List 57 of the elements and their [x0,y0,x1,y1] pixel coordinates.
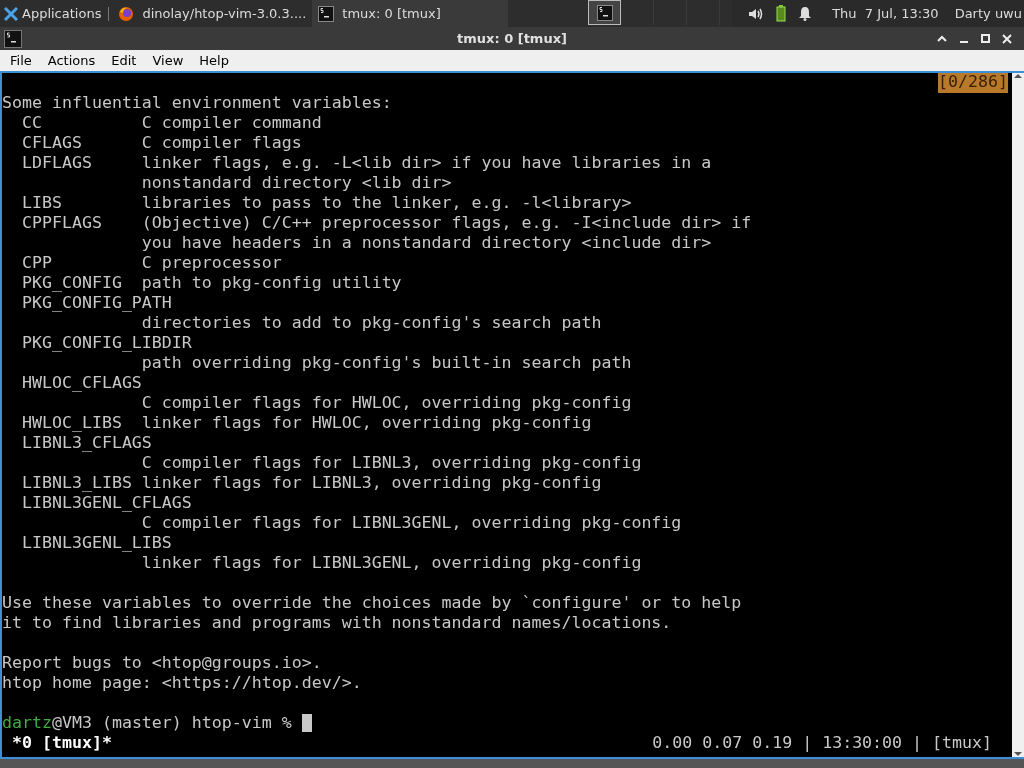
terminal-line: C compiler flags for LIBNL3, overriding pkg-config [140,453,642,473]
prompt-text: @VM3 (master) htop-vim % [51,713,292,733]
menu-item[interactable]: File [4,50,38,71]
terminal-icon [596,4,613,21]
cursor [301,714,312,732]
terminal-icon [4,29,22,48]
menu-item[interactable]: Actions [41,50,102,71]
maximize-icon[interactable] [981,34,990,43]
terminal-line: PKG_CONFIG path to pkg-config utility [20,273,402,293]
tmux-status-right: 0.00 0.07 0.19 | 13:30:00 | [tmux] [652,733,992,753]
position-indicator: [0/286] [938,73,1008,93]
terminal-line: LIBNL3GENL_LIBS [20,533,172,553]
terminal-line: C compiler flags for HWLOC, overriding pkg-config [140,393,632,413]
menu-item[interactable]: Edit [105,50,143,71]
applications-menu[interactable]: Applications [0,0,106,27]
terminal-line: htop home page: <https://htop.dev/>. [2,673,362,693]
terminal-line: it to find libraries and programs with nonstandard names/locations. [2,613,672,633]
prompt-user: dartz [2,713,52,733]
terminal-line: LIBNL3_LIBS linker flags for LIBNL3, overriding pkg-config [20,473,602,493]
chevron-up-icon[interactable] [937,34,947,43]
terminal-line: PKG_CONFIG_LIBDIR [20,333,192,353]
workspace-button[interactable] [588,0,622,25]
terminal-line: LIBNL3GENL_CFLAGS [20,493,192,513]
terminal-line: HWLOC_CFLAGS [20,373,142,393]
tmux-window-status: *0 [tmux]* [11,733,112,753]
scrollbar[interactable] [1012,73,1024,757]
terminal-line: LIBS libraries to pass to the linker, e.g. -l<library> [20,193,632,213]
terminal-line: directories to add to pkg-config's search path [140,313,602,333]
menu-item[interactable]: View [146,50,190,71]
terminal-line: path overriding pkg-config's built-in search path [140,353,632,373]
taskbar-button[interactable]: tmux: 0 [tmux] [312,0,509,27]
close-icon[interactable] [1002,33,1012,44]
terminal-line: you have headers in a nonstandard directory <include dir> [140,233,712,253]
terminal-line: PKG_CONFIG_PATH [20,293,172,313]
terminal-icon [318,5,335,22]
clock[interactable]: Thu 7 Jul, 13:30 [832,3,939,24]
volume-icon[interactable] [748,6,765,21]
notification-bell-icon[interactable] [798,6,813,21]
terminal-line: Some influential environment variables: [2,93,392,113]
terminal-line: C compiler flags for LIBNL3GENL, overriding pkg-config [140,513,682,533]
terminal-line: HWLOC_LIBS linker flags for HWLOC, overriding pkg-config [20,413,592,433]
browser-icon [118,5,135,22]
terminal-line: CPP C preprocessor [20,253,282,273]
x-logo-icon [4,6,18,21]
terminal-line: LIBNL3_CFLAGS [20,433,152,453]
menu-item[interactable]: Help [193,50,235,71]
terminal-line: linker flags for LIBNL3GENL, overriding pkg-config [140,553,642,573]
terminal-line: nonstandard directory <lib dir> [140,173,452,193]
terminal-line: LDFLAGS linker flags, e.g. -L<lib dir> if you have libraries in a [20,153,712,173]
terminal-line: CC C compiler command [20,113,322,133]
window-title: tmux: 0 [tmux] [456,29,568,48]
terminal-line: Use these variables to override the choices made by `configure' or to help [2,593,742,613]
user-name[interactable]: Darty uwu [954,3,1022,24]
terminal-line: Report bugs to <htop@groups.io>. [2,653,322,673]
battery-icon[interactable] [776,5,787,22]
terminal-line: CFLAGS C compiler flags [20,133,302,153]
terminal-line: CPPFLAGS (Objective) C/C++ preprocessor flags, e.g. -I<include dir> if [20,213,752,233]
